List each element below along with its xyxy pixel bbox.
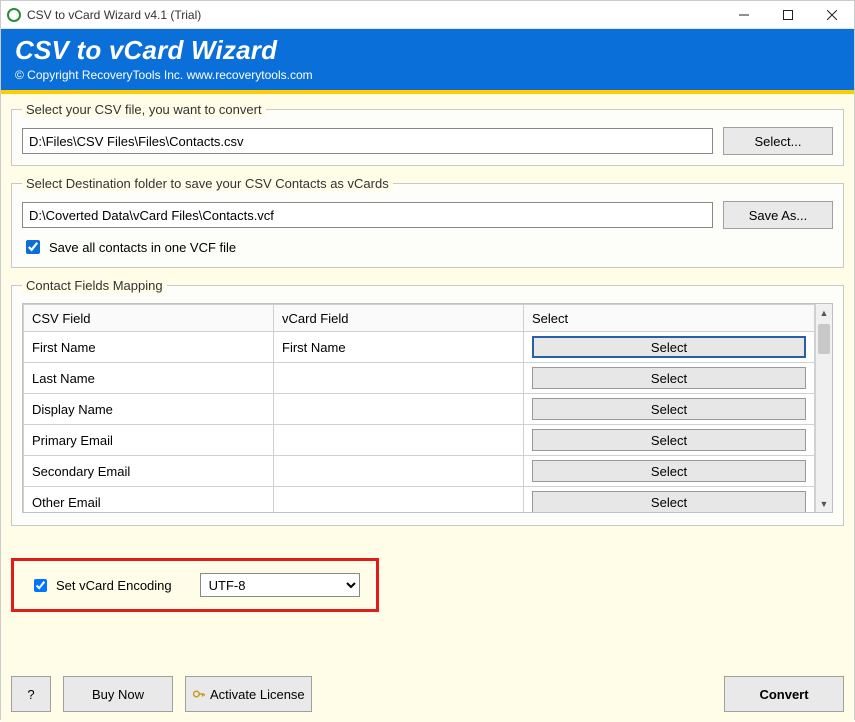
select-cell: Select	[524, 456, 815, 487]
save-as-button[interactable]: Save As...	[723, 201, 833, 229]
select-row-button[interactable]: Select	[532, 491, 806, 512]
header-vcard-field[interactable]: vCard Field	[274, 305, 524, 332]
close-button[interactable]	[810, 1, 854, 29]
banner: CSV to vCard Wizard © Copyright Recovery…	[1, 29, 854, 94]
vcard-field-cell[interactable]	[274, 425, 524, 456]
select-row-button[interactable]: Select	[532, 429, 806, 451]
select-cell: Select	[524, 332, 815, 363]
csv-field-cell[interactable]: First Name	[24, 332, 274, 363]
help-button[interactable]: ?	[11, 676, 51, 712]
select-cell: Select	[524, 363, 815, 394]
table-row: Display Name Select	[24, 394, 815, 425]
source-legend: Select your CSV file, you want to conver…	[22, 102, 266, 117]
mapping-group: Contact Fields Mapping CSV Field vCard F…	[11, 278, 844, 526]
maximize-icon	[783, 10, 793, 20]
vcard-field-cell[interactable]	[274, 363, 524, 394]
select-row-button[interactable]: Select	[532, 460, 806, 482]
source-group: Select your CSV file, you want to conver…	[11, 102, 844, 166]
select-row-button[interactable]: Select	[532, 398, 806, 420]
table-row: Other Email Select	[24, 487, 815, 513]
table-row: Primary Email Select	[24, 425, 815, 456]
convert-button[interactable]: Convert	[724, 676, 844, 712]
activate-license-button[interactable]: Activate License	[185, 676, 312, 712]
csv-field-cell[interactable]: Display Name	[24, 394, 274, 425]
save-all-checkbox[interactable]	[26, 240, 40, 254]
scroll-down-icon[interactable]: ▼	[816, 495, 832, 512]
csv-field-cell[interactable]: Secondary Email	[24, 456, 274, 487]
vcard-field-cell[interactable]	[274, 456, 524, 487]
scroll-thumb[interactable]	[818, 324, 830, 354]
titlebar: CSV to vCard Wizard v4.1 (Trial)	[1, 1, 854, 29]
bottom-bar: ? Buy Now Activate License Convert	[11, 676, 844, 712]
vcard-field-cell[interactable]: First Name	[274, 332, 524, 363]
dest-path-input[interactable]	[22, 202, 713, 228]
table-row: First NameFirst Name Select	[24, 332, 815, 363]
csv-field-cell[interactable]: Last Name	[24, 363, 274, 394]
select-cell: Select	[524, 394, 815, 425]
save-all-label: Save all contacts in one VCF file	[49, 240, 236, 255]
mapping-scrollbar[interactable]: ▲ ▼	[815, 304, 832, 512]
source-path-input[interactable]	[22, 128, 713, 154]
banner-heading: CSV to vCard Wizard	[15, 35, 840, 66]
key-icon	[192, 687, 206, 701]
dest-group: Select Destination folder to save your C…	[11, 176, 844, 268]
encoding-highlight-box: Set vCard Encoding UTF-8	[11, 558, 379, 612]
select-row-button[interactable]: Select	[532, 336, 806, 358]
set-encoding-label: Set vCard Encoding	[56, 578, 172, 593]
app-body: Select your CSV file, you want to conver…	[1, 94, 854, 722]
mapping-header-row: CSV Field vCard Field Select	[24, 305, 815, 332]
encoding-select[interactable]: UTF-8	[200, 573, 360, 597]
select-cell: Select	[524, 487, 815, 513]
csv-field-cell[interactable]: Primary Email	[24, 425, 274, 456]
header-csv-field[interactable]: CSV Field	[24, 305, 274, 332]
close-icon	[827, 10, 837, 20]
minimize-icon	[739, 10, 749, 20]
scroll-up-icon[interactable]: ▲	[816, 304, 832, 321]
set-encoding-checkbox[interactable]	[34, 579, 47, 592]
mapping-legend: Contact Fields Mapping	[22, 278, 167, 293]
vcard-field-cell[interactable]	[274, 394, 524, 425]
table-row: Secondary Email Select	[24, 456, 815, 487]
dest-legend: Select Destination folder to save your C…	[22, 176, 393, 191]
select-row-button[interactable]: Select	[532, 367, 806, 389]
window-title: CSV to vCard Wizard v4.1 (Trial)	[27, 8, 201, 22]
banner-copyright: © Copyright RecoveryTools Inc. www.recov…	[15, 68, 840, 82]
minimize-button[interactable]	[722, 1, 766, 29]
header-select[interactable]: Select	[524, 305, 815, 332]
app-icon	[7, 8, 21, 22]
buy-now-button[interactable]: Buy Now	[63, 676, 173, 712]
csv-field-cell[interactable]: Other Email	[24, 487, 274, 513]
mapping-table: CSV Field vCard Field Select First NameF…	[23, 304, 815, 512]
table-row: Last Name Select	[24, 363, 815, 394]
maximize-button[interactable]	[766, 1, 810, 29]
select-source-button[interactable]: Select...	[723, 127, 833, 155]
vcard-field-cell[interactable]	[274, 487, 524, 513]
select-cell: Select	[524, 425, 815, 456]
